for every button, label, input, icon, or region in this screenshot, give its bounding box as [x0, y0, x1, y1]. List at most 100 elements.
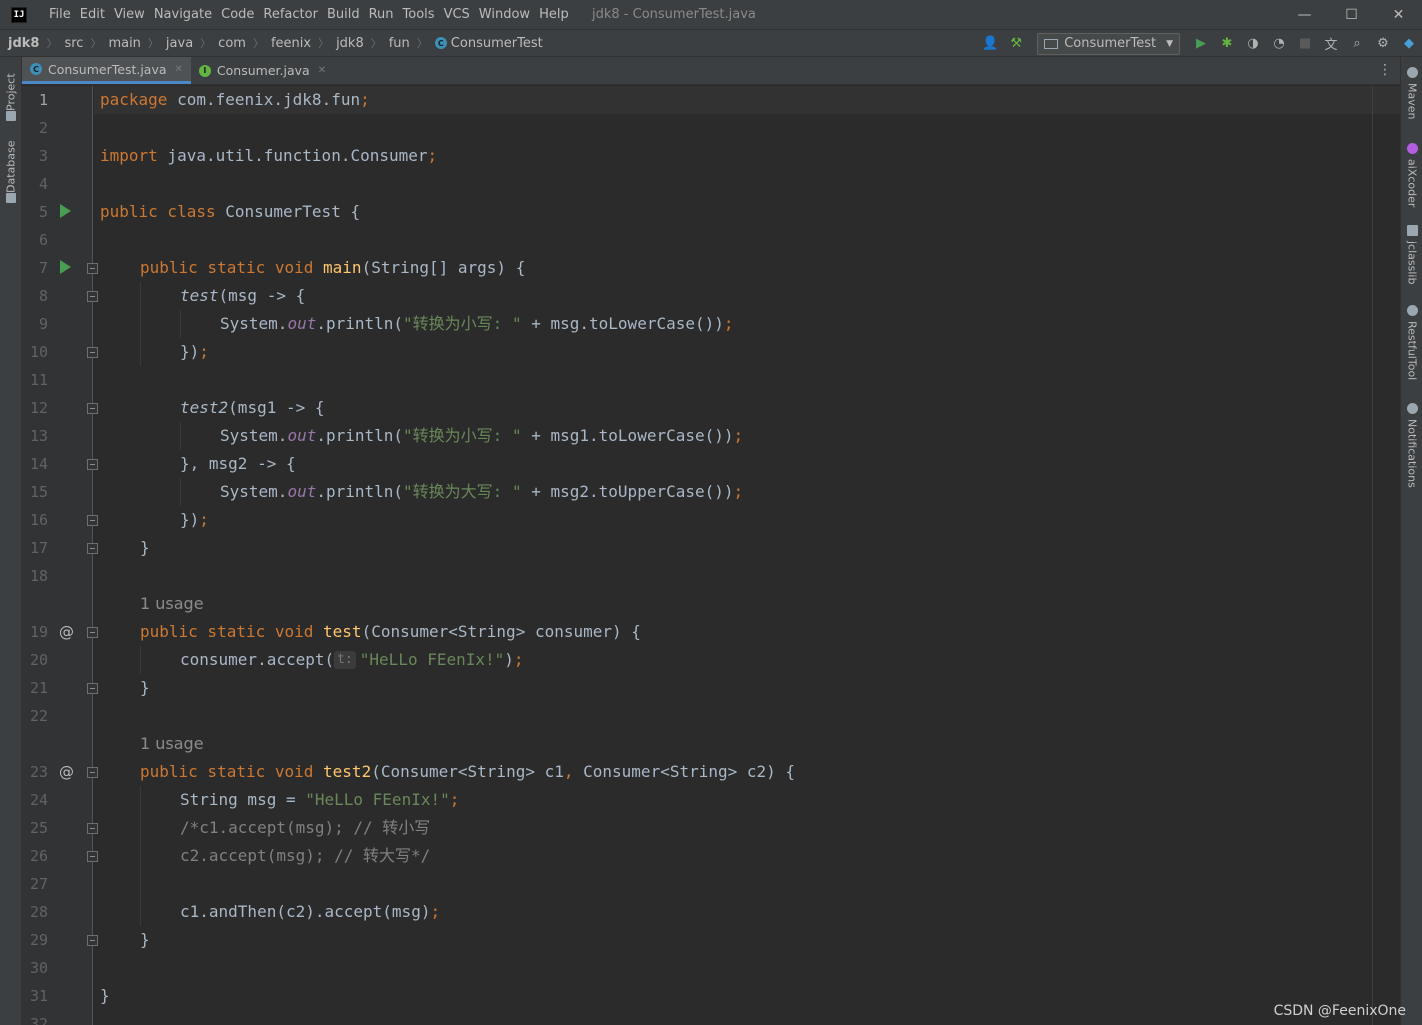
usage-hint[interactable]: 1 usage [140, 730, 204, 758]
run-gutter-icon[interactable] [60, 204, 71, 218]
breadcrumb-item[interactable]: main [108, 36, 140, 51]
breadcrumb-item[interactable]: ConsumerTest [451, 36, 543, 51]
code-line[interactable]: c1.andThen(c2).accept(msg); [94, 898, 1400, 926]
line-number: 12 [29, 399, 48, 417]
user-icon[interactable]: 👤 [977, 31, 1003, 57]
class-icon: C [30, 63, 42, 75]
code-line[interactable]: System.out.println("转换为大写: " + msg2.toUp… [94, 478, 1400, 506]
code-line[interactable]: public static void main(String[] args) { [94, 254, 1400, 282]
close-icon[interactable]: ✕ [318, 65, 326, 76]
implements-gutter-icon[interactable]: @ [59, 618, 74, 646]
restfultool-tool-label: RestfulTool [1405, 321, 1419, 381]
code-line[interactable]: }, msg2 -> { [94, 450, 1400, 478]
breadcrumb-item[interactable]: jdk8 [8, 36, 39, 51]
project-tool-tab[interactable]: Project [1, 65, 21, 125]
coverage-icon[interactable]: ◑ [1240, 31, 1266, 57]
code-line[interactable]: public class ConsumerTest { [94, 198, 1400, 226]
code-line[interactable]: public static void test(Consumer<String>… [94, 618, 1400, 646]
line-number: 1 [38, 91, 48, 109]
line-number: 23 [29, 763, 48, 781]
code-line[interactable]: import java.util.function.Consumer; [94, 142, 1400, 170]
debug-icon[interactable]: ✱ [1214, 31, 1240, 57]
gear-icon[interactable]: ⚙ [1370, 31, 1396, 57]
close-window-button[interactable]: ✕ [1375, 0, 1422, 29]
chevron-right-icon: 〉 [147, 37, 159, 50]
code-line[interactable]: } [94, 926, 1400, 954]
search-icon[interactable]: ⌕ [1344, 31, 1370, 57]
stop-icon[interactable]: ■ [1292, 31, 1318, 57]
restfultool-tool-tab[interactable]: RestfulTool [1402, 305, 1422, 385]
tab-consumertest-java[interactable]: C ConsumerTest.java ✕ [22, 57, 191, 84]
translate-icon[interactable]: 文 [1318, 31, 1344, 57]
build-hammer-icon[interactable]: ⚒ [1003, 31, 1029, 57]
menu-run[interactable]: Run [365, 0, 398, 29]
more-vertical-icon[interactable]: ⋮ [1378, 62, 1392, 78]
code-line[interactable]: } [94, 674, 1400, 702]
database-tool-tab[interactable]: Database [1, 137, 21, 207]
menu-edit[interactable]: Edit [76, 0, 109, 29]
code-token: .println( [316, 482, 404, 501]
code-token: + msg2.toUpperCase()) [521, 482, 734, 501]
code-line[interactable]: } [94, 534, 1400, 562]
menu-code[interactable]: Code [217, 0, 258, 29]
line-number: 11 [29, 371, 48, 389]
menu-navigate[interactable]: Navigate [150, 0, 216, 29]
code-line[interactable]: /*c1.accept(msg); // 转小写 [94, 814, 1400, 842]
code-line[interactable]: }); [94, 506, 1400, 534]
minimize-button[interactable]: — [1281, 0, 1328, 29]
implements-gutter-icon[interactable]: @ [59, 758, 74, 786]
notifications-tool-label: Notifications [1405, 419, 1419, 488]
menu-file[interactable]: File [45, 0, 75, 29]
menu-window[interactable]: Window [475, 0, 534, 29]
jclasslib-tool-tab[interactable]: jclasslib [1402, 225, 1422, 287]
run-gutter-icon[interactable] [60, 260, 71, 274]
notifications-tool-tab[interactable]: Notifications [1402, 403, 1422, 493]
code-token: com.feenix.jdk8.fun [167, 90, 361, 109]
menu-refactor[interactable]: Refactor [259, 0, 322, 29]
breadcrumb-item[interactable]: java [166, 36, 193, 51]
code-line[interactable]: test(msg -> { [94, 282, 1400, 310]
tab-consumer-java[interactable]: I Consumer.java ✕ [191, 57, 334, 84]
toolbox-icon[interactable]: ◆ [1396, 31, 1422, 57]
code-token: ; [360, 90, 370, 109]
code-token: ; [733, 426, 744, 445]
code-line[interactable]: consumer.accept(t: "HeLLo FEenIx!"); [94, 646, 1400, 674]
code-line[interactable]: public static void test2(Consumer<String… [94, 758, 1400, 786]
menu-help[interactable]: Help [535, 0, 573, 29]
right-tool-strip: Maven aiXcoder jclasslib RestfulTool Not… [1400, 57, 1422, 1025]
breadcrumb-item[interactable]: com [218, 36, 246, 51]
menu-tools[interactable]: Tools [399, 0, 439, 29]
maximize-button[interactable]: ☐ [1328, 0, 1375, 29]
menu-build[interactable]: Build [323, 0, 364, 29]
right-margin-guide [1372, 86, 1373, 1025]
breadcrumb-item[interactable]: fun [389, 36, 410, 51]
aixcoder-tool-tab[interactable]: aiXcoder [1402, 143, 1422, 213]
code-token: public static void [140, 762, 314, 781]
code-line[interactable]: }); [94, 338, 1400, 366]
code-line[interactable]: String msg = "HeLLo FEenIx!"; [94, 786, 1400, 814]
breadcrumb-item[interactable]: jdk8 [336, 36, 364, 51]
code-token: main [323, 258, 362, 277]
menu-vcs[interactable]: VCS [440, 0, 474, 29]
code-line[interactable]: test2(msg1 -> { [94, 394, 1400, 422]
code-line[interactable]: c2.accept(msg); // 转大写*/ [94, 842, 1400, 870]
code-line[interactable]: System.out.println("转换为小写: " + msg1.toLo… [94, 422, 1400, 450]
maven-tool-tab[interactable]: Maven [1402, 67, 1422, 127]
code-line[interactable]: } [94, 982, 1400, 1010]
line-number: 27 [29, 875, 48, 893]
globe-icon [1406, 305, 1418, 316]
code-line[interactable]: package com.feenix.jdk8.fun; [94, 86, 1400, 114]
code-editor[interactable]: 1 2 3 4 5 6 7 8 9 10 11 12 13 14 15 16 1… [22, 86, 1400, 1025]
run-configuration-select[interactable]: ConsumerTest ▼ [1037, 32, 1180, 55]
line-number: 18 [29, 567, 48, 585]
breadcrumb-item[interactable]: src [64, 36, 83, 51]
close-icon[interactable]: ✕ [175, 64, 183, 75]
code-line[interactable]: System.out.println("转换为小写: " + msg.toLow… [94, 310, 1400, 338]
line-number: 22 [29, 707, 48, 725]
profile-icon[interactable]: ◔ [1266, 31, 1292, 57]
usage-hint[interactable]: 1 usage [140, 590, 204, 618]
menu-view[interactable]: View [110, 0, 149, 29]
breadcrumb-item[interactable]: feenix [271, 36, 311, 51]
run-icon[interactable]: ▶ [1188, 31, 1214, 57]
code-area[interactable]: package com.feenix.jdk8.fun; import java… [94, 86, 1400, 1025]
